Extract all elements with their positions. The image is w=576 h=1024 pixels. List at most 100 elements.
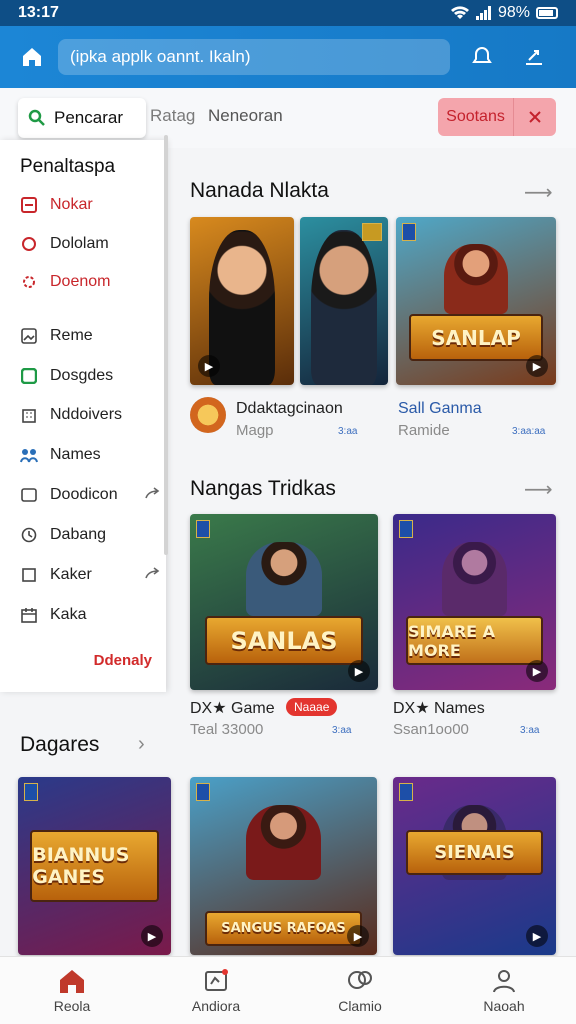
drawer-item-dosgdes[interactable]: Dosgdes — [20, 363, 160, 389]
play-icon[interactable]: ▶ — [141, 925, 163, 947]
bell-icon — [472, 46, 492, 63]
play-icon[interactable]: ▶ — [348, 660, 370, 682]
tab-neneoran[interactable]: Neneoran — [208, 106, 283, 126]
tag-icon — [196, 520, 210, 538]
share-button[interactable] — [514, 39, 554, 75]
nav-home[interactable]: Reola — [0, 957, 144, 1024]
game-art — [444, 243, 508, 315]
chat-icon — [348, 970, 372, 989]
section-title: Dagares — [20, 733, 100, 756]
search-tab-label: Pencarar — [54, 108, 123, 127]
side-drawer: Penaltaspa Nokar Dololam Doenom Reme Dos… — [0, 140, 166, 692]
game-card[interactable]: SANLAS ▶ — [190, 514, 378, 690]
comment-icon — [20, 235, 38, 253]
forward-icon[interactable] — [144, 486, 160, 507]
card-title: DX★ Names — [393, 700, 485, 717]
game-card[interactable]: SIENAIS ▶ — [393, 777, 556, 955]
drawer-item-label: Nokar — [50, 196, 93, 213]
drawer-item-names[interactable]: Names — [20, 442, 160, 468]
forward-icon[interactable] — [144, 566, 160, 587]
game-card[interactable]: SANLAP ▶ — [396, 217, 556, 385]
app-bar: (ipka applk oannt. Ikaln) — [0, 26, 576, 88]
drawer-item-label: Reme — [50, 327, 93, 344]
drawer-item-reme[interactable]: Reme — [20, 323, 160, 349]
profile-icon — [493, 969, 515, 992]
game-banner: SIENAIS — [406, 830, 543, 875]
filter-pill[interactable]: Sootans — [438, 98, 556, 136]
game-art — [441, 542, 508, 617]
drawer-item-kaker[interactable]: Kaker — [20, 562, 160, 588]
drawer-item-nddoivers[interactable]: Nddoivers — [20, 402, 160, 428]
drawer-item-label: Dololam — [50, 235, 109, 252]
close-icon[interactable] — [514, 98, 556, 136]
tab-ratag[interactable]: Ratag — [150, 106, 195, 126]
card-subtitle: Ssan1oo00 — [393, 721, 469, 738]
battery-text: 98% — [497, 4, 530, 21]
game-art — [246, 805, 321, 881]
wifi-icon — [450, 6, 469, 20]
tag-icon — [402, 223, 416, 241]
tag-icon — [399, 783, 413, 801]
tag-icon — [196, 783, 210, 801]
building-icon — [20, 406, 38, 424]
arrow-right-icon[interactable]: ⟶ — [524, 477, 553, 502]
chevron-right-icon[interactable]: › — [138, 733, 145, 756]
drawer-item-label: Doodicon — [50, 486, 118, 503]
play-icon[interactable]: ▶ — [526, 660, 548, 682]
section-title: Nangas Tridkas — [190, 477, 336, 500]
drawer-footer-link[interactable]: Ddenaly — [94, 652, 152, 669]
nav-chat[interactable]: Clamio — [288, 957, 432, 1024]
play-icon[interactable]: ▶ — [198, 355, 220, 377]
play-icon[interactable]: ▶ — [526, 925, 548, 947]
green-box-icon — [20, 367, 38, 385]
home-button[interactable] — [14, 39, 50, 75]
arrow-right-icon[interactable]: ⟶ — [524, 180, 553, 205]
gear-icon — [20, 273, 38, 291]
home-icon — [60, 969, 84, 993]
notification-button[interactable] — [462, 39, 502, 75]
tag-icon — [24, 783, 38, 801]
drawer-item-dololam[interactable]: Dololam — [20, 231, 160, 257]
drawer-item-doodicon[interactable]: Doodicon — [20, 482, 160, 508]
drawer-scrollbar[interactable] — [164, 135, 168, 555]
game-card[interactable]: SANGUS RAFOAS ▶ — [190, 777, 377, 955]
address-bar[interactable]: (ipka applk oannt. Ikaln) — [58, 39, 450, 75]
drawer-item-dabang[interactable]: Dabang — [20, 522, 160, 548]
drawer-item-doenom[interactable]: Doenom — [20, 269, 160, 295]
card-stat: 3:aa — [338, 426, 358, 437]
drawer-item-label: Kaker — [50, 566, 92, 583]
tag-icon — [362, 223, 382, 241]
status-badge: Naaae — [286, 698, 338, 716]
card-title: Sall Ganma — [398, 400, 482, 417]
tag-icon — [399, 520, 413, 538]
game-card[interactable]: ▶ — [190, 217, 294, 385]
status-bar: 13:17 98% — [0, 0, 576, 26]
drawer-item-nokar[interactable]: Nokar — [20, 192, 160, 218]
card-stat: 3:aa:aa — [512, 426, 546, 437]
search-icon — [28, 109, 45, 126]
screen-icon — [20, 486, 38, 504]
game-card[interactable]: SIMARE A MORE ▶ — [393, 514, 556, 690]
play-icon[interactable]: ▶ — [526, 355, 548, 377]
search-tab[interactable]: Pencarar — [18, 98, 146, 138]
nav-label: Naoah — [483, 997, 525, 1014]
game-card[interactable] — [300, 217, 388, 385]
section-title: Nanada Nlakta — [190, 179, 329, 202]
drawer-item-label: Names — [50, 446, 101, 463]
status-time: 13:17 — [18, 4, 59, 21]
card-title: Ddaktagcinaon — [236, 400, 343, 417]
nav-games[interactable]: Andiora — [144, 957, 288, 1024]
people-icon — [20, 446, 38, 464]
nav-label: Reola — [53, 997, 91, 1014]
calendar-icon — [20, 606, 38, 624]
nav-label: Clamio — [338, 997, 382, 1014]
home-icon — [23, 48, 41, 66]
nav-profile[interactable]: Naoah — [432, 957, 576, 1024]
game-card[interactable]: BIANNUS GANES ▶ — [18, 777, 171, 955]
card-subtitle: Ramide — [398, 422, 450, 439]
drawer-item-label: Nddoivers — [50, 406, 123, 423]
drawer-item-kaka[interactable]: Kaka — [20, 602, 160, 628]
status-icons: 98% — [450, 4, 558, 22]
image-icon — [20, 327, 38, 345]
play-icon[interactable]: ▶ — [347, 925, 369, 947]
